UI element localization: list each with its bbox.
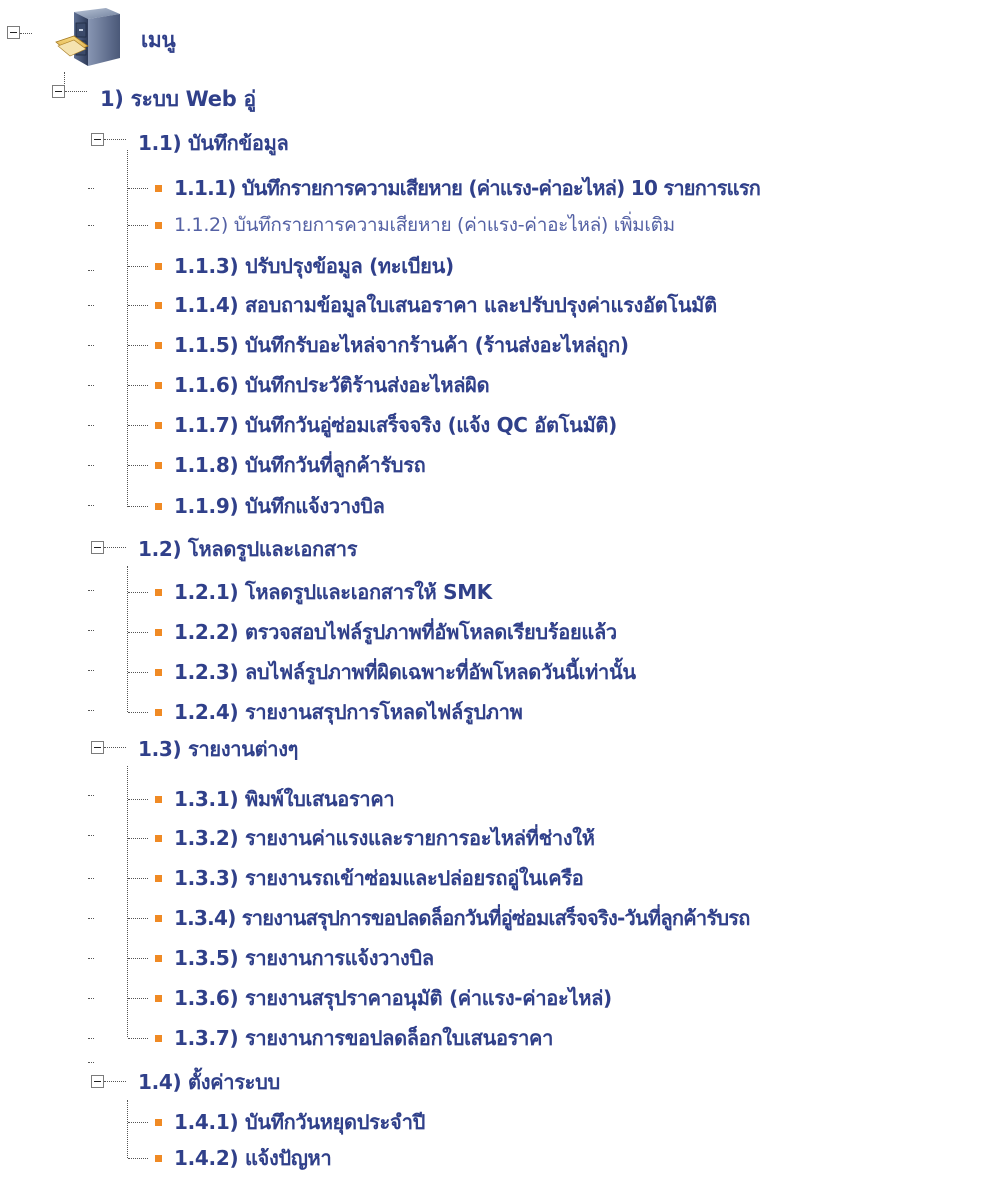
menu-item[interactable]: 1.2.1) โหลดรูปและเอกสารให้ SMK [155, 574, 492, 610]
menu-item-label: 1.3.2) รายงานค่าแรงและรายการอะไหล่ที่ช่า… [174, 826, 595, 850]
group-label: 1.1) บันทึกข้อมูล [138, 131, 289, 155]
bullet-icon [155, 795, 162, 803]
menu-item[interactable]: 1.1.5) บันทึกรับอะไหล่จากร้านค้า (ร้านส่… [155, 327, 629, 363]
menu-item[interactable]: 1.1.4) สอบถามข้อมูลใบเสนอราคา และปรับปรุ… [155, 287, 717, 323]
menu-item-label: 1.1.1) บันทึกรายการความเสียหาย (ค่าแรง-ค… [174, 176, 761, 200]
menu-item[interactable]: 1.3.6) รายงานสรุปราคาอนุมัติ (ค่าแรง-ค่า… [155, 980, 612, 1016]
bullet-icon [155, 341, 162, 349]
menu-item-label: 1.3.4) รายงานสรุปการขอปลดล็อกวันที่อู่ซ่… [174, 906, 750, 930]
menu-item[interactable]: 1.4.2) แจ้งปัญหา [155, 1140, 332, 1176]
group-collapse-icon[interactable] [91, 133, 104, 146]
menu-item-label: 1.1.6) บันทึกประวัติร้านส่งอะไหล่ผิด [174, 373, 490, 397]
menu-item[interactable]: 1.3.5) รายงานการแจ้งวางบิล [155, 940, 434, 976]
menu-tree: เมนู 1) ระบบ Web อู่ 1.1) บันทึกข้อมูล 1… [0, 0, 1007, 1178]
file-cabinet-icon [55, 8, 120, 66]
menu-item-label: 1.2.2) ตรวจสอบไฟล์รูปภาพที่อัพโหลดเรียบร… [174, 620, 617, 644]
bullet-icon [155, 1154, 162, 1162]
menu-item-label: 1.1.7) บันทึกวันอู่ซ่อมเสร็จจริง (แจ้ง Q… [174, 413, 617, 437]
group-collapse-icon[interactable] [91, 741, 104, 754]
group-label: 1.4) ตั้งค่าระบบ [138, 1070, 280, 1094]
root-collapse-icon[interactable] [7, 26, 20, 39]
group-label: 1.2) โหลดรูปและเอกสาร [138, 537, 358, 561]
menu-item-label: 1.1.3) ปรับปรุงข้อมูล (ทะเบียน) [174, 254, 454, 278]
menu-item[interactable]: 1.1.8) บันทึกวันที่ลูกค้ารับรถ [155, 447, 426, 483]
bullet-icon [155, 954, 162, 962]
bullet-icon [155, 1118, 162, 1126]
group-node[interactable]: 1.2) โหลดรูปและเอกสาร [138, 531, 357, 567]
menu-item[interactable]: 1.1.9) บันทึกแจ้งวางบิล [155, 488, 385, 524]
group-collapse-icon[interactable] [91, 1075, 104, 1088]
group-node[interactable]: 1.1) บันทึกข้อมูล [138, 125, 289, 161]
bullet-icon [155, 914, 162, 922]
group-collapse-icon[interactable] [91, 541, 104, 554]
bullet-icon [155, 588, 162, 596]
menu-item[interactable]: 1.3.4) รายงานสรุปการขอปลดล็อกวันที่อู่ซ่… [155, 900, 750, 936]
menu-item[interactable]: 1.2.2) ตรวจสอบไฟล์รูปภาพที่อัพโหลดเรียบร… [155, 614, 617, 650]
bullet-icon [155, 262, 162, 270]
menu-item-label: 1.2.3) ลบไฟล์รูปภาพที่ผิดเฉพาะที่อัพโหลด… [174, 660, 636, 684]
menu-item[interactable]: 1.1.1) บันทึกรายการความเสียหาย (ค่าแรง-ค… [155, 170, 761, 206]
bullet-icon [155, 628, 162, 636]
system-label: 1) ระบบ Web อู่ [100, 86, 256, 111]
menu-item-label: 1.1.2) บันทึกรายการความเสียหาย (ค่าแรง-ค… [174, 214, 675, 236]
menu-root[interactable]: เมนู [141, 22, 176, 58]
bullet-icon [155, 421, 162, 429]
bullet-icon [155, 668, 162, 676]
menu-item-label: 1.3.7) รายงานการขอปลดล็อกใบเสนอราคา [174, 1026, 554, 1050]
menu-item-label: 1.4.1) บันทึกวันหยุดประจำปี [174, 1110, 426, 1134]
menu-item[interactable]: 1.4.1) บันทึกวันหยุดประจำปี [155, 1104, 425, 1140]
menu-item-label: 1.3.6) รายงานสรุปราคาอนุมัติ (ค่าแรง-ค่า… [174, 986, 612, 1010]
bullet-icon [155, 381, 162, 389]
group-node[interactable]: 1.3) รายงานต่างๆ [138, 731, 298, 767]
menu-item-label: 1.2.1) โหลดรูปและเอกสารให้ SMK [174, 580, 492, 604]
menu-item[interactable]: 1.1.7) บันทึกวันอู่ซ่อมเสร็จจริง (แจ้ง Q… [155, 407, 617, 443]
bullet-icon [155, 834, 162, 842]
bullet-icon [155, 301, 162, 309]
menu-item[interactable]: 1.3.7) รายงานการขอปลดล็อกใบเสนอราคา [155, 1020, 553, 1056]
menu-item-label: 1.1.5) บันทึกรับอะไหล่จากร้านค้า (ร้านส่… [174, 333, 629, 357]
menu-item[interactable]: 1.1.2) บันทึกรายการความเสียหาย (ค่าแรง-ค… [155, 207, 675, 243]
menu-item[interactable]: 1.3.1) พิมพ์ใบเสนอราคา [155, 781, 395, 817]
menu-item-label: 1.3.3) รายงานรถเข้าซ่อมและปล่อยรถอู่ในเค… [174, 866, 584, 890]
bullet-icon [155, 1034, 162, 1042]
bullet-icon [155, 874, 162, 882]
bullet-icon [155, 994, 162, 1002]
menu-item[interactable]: 1.2.3) ลบไฟล์รูปภาพที่ผิดเฉพาะที่อัพโหลด… [155, 654, 636, 690]
group-label: 1.3) รายงานต่างๆ [138, 737, 299, 761]
menu-item[interactable]: 1.1.3) ปรับปรุงข้อมูล (ทะเบียน) [155, 248, 454, 284]
menu-item-label: 1.3.1) พิมพ์ใบเสนอราคา [174, 787, 395, 811]
menu-item-label: 1.2.4) รายงานสรุปการโหลดไฟล์รูปภาพ [174, 700, 523, 724]
menu-item[interactable]: 1.3.3) รายงานรถเข้าซ่อมและปล่อยรถอู่ในเค… [155, 860, 584, 896]
bullet-icon [155, 184, 162, 192]
system-collapse-icon[interactable] [52, 85, 65, 98]
menu-item[interactable]: 1.2.4) รายงานสรุปการโหลดไฟล์รูปภาพ [155, 694, 523, 730]
menu-item-label: 1.1.8) บันทึกวันที่ลูกค้ารับรถ [174, 453, 426, 477]
bullet-icon [155, 502, 162, 510]
menu-item-label: 1.3.5) รายงานการแจ้งวางบิล [174, 946, 434, 970]
bullet-icon [155, 708, 162, 716]
menu-item-label: 1.1.9) บันทึกแจ้งวางบิล [174, 494, 385, 518]
menu-item-label: 1.4.2) แจ้งปัญหา [174, 1146, 332, 1170]
menu-root-label: เมนู [141, 27, 176, 52]
menu-item[interactable]: 1.3.2) รายงานค่าแรงและรายการอะไหล่ที่ช่า… [155, 820, 595, 856]
system-node[interactable]: 1) ระบบ Web อู่ [100, 81, 256, 117]
bullet-icon [155, 461, 162, 469]
menu-item-label: 1.1.4) สอบถามข้อมูลใบเสนอราคา และปรับปรุ… [174, 293, 717, 317]
bullet-icon [155, 221, 162, 229]
group-node[interactable]: 1.4) ตั้งค่าระบบ [138, 1064, 280, 1100]
menu-item[interactable]: 1.1.6) บันทึกประวัติร้านส่งอะไหล่ผิด [155, 367, 490, 403]
